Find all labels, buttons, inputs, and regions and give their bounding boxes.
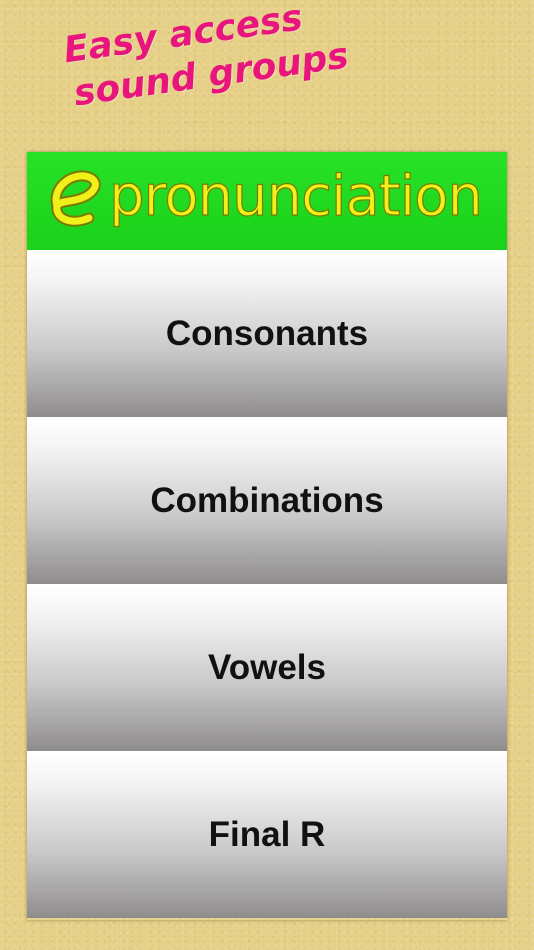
consonants-button-label: Consonants (165, 314, 369, 353)
app-header: pronunciation (27, 152, 507, 250)
app-title: pronunciation (108, 163, 483, 229)
final-r-button[interactable]: Final R (27, 751, 507, 918)
sound-groups-panel: pronunciation Consonants Combinations Vo… (27, 152, 507, 920)
consonants-button[interactable]: Consonants (27, 250, 507, 417)
app-logo-icon (50, 170, 101, 227)
promo-caption: Easy access sound groups (58, 0, 393, 137)
vowels-button[interactable]: Vowels (27, 584, 507, 751)
final-r-button-label: Final R (208, 815, 326, 854)
combinations-button-label: Combinations (150, 481, 384, 520)
vowels-button-label: Vowels (207, 648, 326, 687)
combinations-button[interactable]: Combinations (27, 417, 507, 584)
